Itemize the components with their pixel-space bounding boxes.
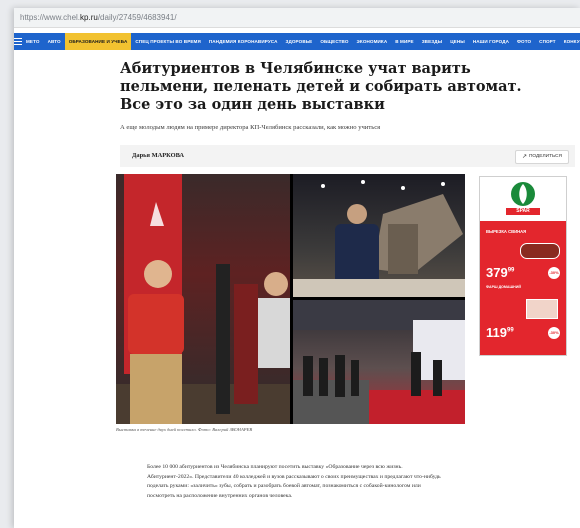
nav-item[interactable]: ПАНДЕМИЯ КОРОНАВИРУСА bbox=[205, 33, 282, 50]
nav-item[interactable]: ОБРАЗОВАНИЕ И УЧЕБА bbox=[64, 33, 132, 50]
nav-item[interactable]: В МИРЕ bbox=[391, 33, 417, 50]
article-body: Более 10 000 абитуриентов из Челябинска … bbox=[147, 464, 441, 500]
url-prefix: https://www.chel. bbox=[20, 13, 81, 22]
share-icon: ↗ bbox=[521, 154, 527, 160]
nav-item[interactable]: КОНКУРСЫ bbox=[560, 33, 580, 50]
promo2-price-main: 119 bbox=[486, 325, 507, 340]
ad-brand-label: SPAR bbox=[506, 208, 540, 215]
url-domain: kp.ru bbox=[80, 13, 98, 22]
photo-caption: Выставка в течение двух дней посетило. Ф… bbox=[116, 427, 253, 432]
photo-left[interactable] bbox=[116, 174, 290, 424]
article-title: Абитуриентов в Челябинске учат варить пе… bbox=[120, 60, 522, 113]
ad-promo1-text: ВЫРЕЗКА СВИНАЯ bbox=[486, 229, 527, 234]
nav-item[interactable]: МЕТО bbox=[22, 33, 44, 50]
article-lead: А еще молодым людям на примере директора… bbox=[120, 124, 381, 131]
nav-item[interactable]: НАШИ ГОРОДА bbox=[469, 33, 513, 50]
author-name[interactable]: Дарья МАРКОВА bbox=[132, 145, 184, 167]
nav-item[interactable]: ЭКОНОМИКА bbox=[353, 33, 392, 50]
share-button[interactable]: ↗ ПОДЕЛИТЬСЯ bbox=[514, 150, 569, 164]
nav-item[interactable]: АВТО bbox=[44, 33, 65, 50]
menu-icon[interactable] bbox=[14, 33, 22, 50]
top-nav: МЕТО АВТО ОБРАЗОВАНИЕ И УЧЕБА СПЕЦ ПРОЕКТЫ … bbox=[14, 33, 580, 50]
meat-image bbox=[520, 243, 560, 259]
share-label: ПОДЕЛИТЬСЯ bbox=[528, 154, 562, 159]
nav-item[interactable]: ОБЩЕСТВО bbox=[316, 33, 352, 50]
ad-promo2-price: 11999 bbox=[486, 325, 514, 340]
photo-top-right[interactable] bbox=[293, 174, 465, 297]
address-bar[interactable]: https://www.chel.kp.ru/daily/27459/46839… bbox=[14, 8, 580, 28]
browser-page: https://www.chel.kp.ru/daily/27459/46839… bbox=[14, 8, 580, 528]
nav-item[interactable]: СПЕЦ ПРОЕКТЫ ВО ВРЕМЯ bbox=[131, 33, 204, 50]
ad-promo1-price: 37999 bbox=[486, 265, 514, 280]
spar-ad-banner[interactable]: SPAR ВЫРЕЗКА СВИНАЯ 37999 -30% ФАРШ ДОМА… bbox=[479, 176, 567, 356]
product-pack-image bbox=[526, 299, 558, 319]
promo1-price-cents: 99 bbox=[507, 267, 515, 274]
nav-item[interactable]: ЗВЕЗДЫ bbox=[418, 33, 447, 50]
promo1-price-main: 379 bbox=[486, 265, 508, 280]
promo2-price-cents: 99 bbox=[506, 327, 514, 334]
ad-logo-area: SPAR bbox=[480, 177, 566, 221]
author-bar: Дарья МАРКОВА ↗ ПОДЕЛИТЬСЯ bbox=[120, 145, 575, 167]
nav-item[interactable]: ЦЕНЫ bbox=[446, 33, 469, 50]
ad-promo1-badge: -30% bbox=[548, 267, 560, 279]
photo-bottom-right[interactable] bbox=[293, 300, 465, 424]
url-path: /daily/27459/4683941/ bbox=[97, 13, 177, 22]
nav-item[interactable]: СПОРТ bbox=[535, 33, 560, 50]
nav-item[interactable]: ЗДОРОВЬЕ bbox=[282, 33, 317, 50]
ad-promo2-badge: -30% bbox=[548, 327, 560, 339]
photo-collage[interactable] bbox=[116, 174, 465, 424]
ad-promo2-text: ФАРШ ДОМАШНИЙ bbox=[486, 285, 521, 289]
nav-item[interactable]: ФОТО bbox=[513, 33, 535, 50]
